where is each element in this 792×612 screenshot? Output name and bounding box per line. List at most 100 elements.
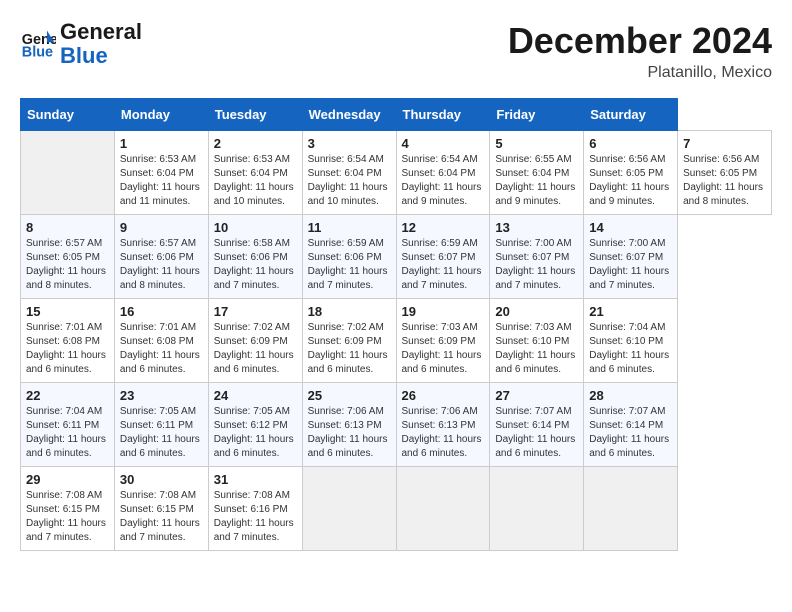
calendar-cell (302, 467, 396, 551)
header-cell-thursday: Thursday (396, 99, 490, 131)
calendar-cell: 13 Sunrise: 7:00 AMSunset: 6:07 PMDayligh… (490, 215, 584, 299)
calendar-cell: 5 Sunrise: 6:55 AMSunset: 6:04 PMDaylight… (490, 131, 584, 215)
calendar-cell: 4Sunrise: 6:54 AMSunset: 6:04 PMDaylight… (396, 131, 490, 215)
day-info: Sunrise: 6:53 AMSunset: 6:04 PMDaylight:… (214, 153, 297, 209)
day-info: Sunrise: 7:00 AMSunset: 6:07 PMDaylight:… (589, 237, 672, 293)
day-info: Sunrise: 7:05 AMSunset: 6:12 PMDaylight:… (214, 405, 297, 461)
day-number: 29 (26, 472, 109, 487)
day-number: 12 (402, 220, 485, 235)
calendar-week-3: 15 Sunrise: 7:01 AMSunset: 6:08 PMDayligh… (21, 299, 772, 383)
calendar-cell: 8Sunrise: 6:57 AMSunset: 6:05 PMDaylight… (21, 215, 115, 299)
day-number: 31 (214, 472, 297, 487)
calendar-cell: 3 Sunrise: 6:54 AMSunset: 6:04 PMDaylight… (302, 131, 396, 215)
day-info: Sunrise: 7:03 AMSunset: 6:10 PMDaylight:… (495, 321, 578, 377)
calendar-cell: 28 Sunrise: 7:07 AMSunset: 6:14 PMDayligh… (584, 383, 678, 467)
calendar-cell: 6Sunrise: 6:56 AMSunset: 6:05 PMDaylight… (584, 131, 678, 215)
calendar-cell: 11Sunrise: 6:59 AMSunset: 6:06 PMDayligh… (302, 215, 396, 299)
day-number: 23 (120, 388, 203, 403)
day-number: 16 (120, 304, 203, 319)
day-info: Sunrise: 6:55 AMSunset: 6:04 PMDaylight:… (495, 153, 578, 209)
day-number: 15 (26, 304, 109, 319)
calendar-cell: 16 Sunrise: 7:01 AMSunset: 6:08 PMDayligh… (114, 299, 208, 383)
calendar-cell: 12Sunrise: 6:59 AMSunset: 6:07 PMDayligh… (396, 215, 490, 299)
day-number: 19 (402, 304, 485, 319)
day-number: 1 (120, 136, 203, 151)
calendar-cell (396, 467, 490, 551)
day-info: Sunrise: 6:54 AMSunset: 6:04 PMDaylight:… (402, 153, 485, 209)
day-info: Sunrise: 6:53 AMSunset: 6:04 PMDaylight:… (120, 153, 203, 209)
day-info: Sunrise: 6:54 AMSunset: 6:04 PMDaylight:… (308, 153, 391, 209)
calendar-week-1: 1 Sunrise: 6:53 AMSunset: 6:04 PMDaylight… (21, 131, 772, 215)
calendar-cell: 17 Sunrise: 7:02 AMSunset: 6:09 PMDayligh… (208, 299, 302, 383)
day-number: 7 (683, 136, 766, 151)
day-number: 13 (495, 220, 578, 235)
day-info: Sunrise: 7:02 AMSunset: 6:09 PMDaylight:… (214, 321, 297, 377)
day-info: Sunrise: 7:04 AMSunset: 6:10 PMDaylight:… (589, 321, 672, 377)
calendar-body: 1 Sunrise: 6:53 AMSunset: 6:04 PMDaylight… (21, 131, 772, 551)
calendar-week-2: 8Sunrise: 6:57 AMSunset: 6:05 PMDaylight… (21, 215, 772, 299)
day-number: 2 (214, 136, 297, 151)
day-info: Sunrise: 7:03 AMSunset: 6:09 PMDaylight:… (402, 321, 485, 377)
day-number: 26 (402, 388, 485, 403)
day-info: Sunrise: 6:58 AMSunset: 6:06 PMDaylight:… (214, 237, 297, 293)
day-info: Sunrise: 7:02 AMSunset: 6:09 PMDaylight:… (308, 321, 391, 377)
calendar-cell: 31 Sunrise: 7:08 AMSunset: 6:16 PMDayligh… (208, 467, 302, 551)
logo-icon: General Blue (20, 26, 56, 62)
calendar-week-4: 22Sunrise: 7:04 AMSunset: 6:11 PMDayligh… (21, 383, 772, 467)
calendar-cell: 25Sunrise: 7:06 AMSunset: 6:13 PMDayligh… (302, 383, 396, 467)
calendar-cell: 10 Sunrise: 6:58 AMSunset: 6:06 PMDayligh… (208, 215, 302, 299)
calendar-cell: 24 Sunrise: 7:05 AMSunset: 6:12 PMDayligh… (208, 383, 302, 467)
day-info: Sunrise: 7:07 AMSunset: 6:14 PMDaylight:… (589, 405, 672, 461)
day-number: 6 (589, 136, 672, 151)
calendar-cell: 15 Sunrise: 7:01 AMSunset: 6:08 PMDayligh… (21, 299, 115, 383)
day-number: 10 (214, 220, 297, 235)
day-number: 17 (214, 304, 297, 319)
day-info: Sunrise: 7:00 AMSunset: 6:07 PMDaylight:… (495, 237, 578, 293)
day-number: 3 (308, 136, 391, 151)
day-info: Sunrise: 7:01 AMSunset: 6:08 PMDaylight:… (120, 321, 203, 377)
day-info: Sunrise: 7:08 AMSunset: 6:16 PMDaylight:… (214, 489, 297, 545)
day-number: 5 (495, 136, 578, 151)
day-number: 14 (589, 220, 672, 235)
day-info: Sunrise: 7:08 AMSunset: 6:15 PMDaylight:… (26, 489, 109, 545)
header-cell-saturday: Saturday (584, 99, 678, 131)
day-number: 24 (214, 388, 297, 403)
header-cell-sunday: Sunday (21, 99, 115, 131)
day-number: 25 (308, 388, 391, 403)
day-info: Sunrise: 7:06 AMSunset: 6:13 PMDaylight:… (402, 405, 485, 461)
calendar-cell: 26 Sunrise: 7:06 AMSunset: 6:13 PMDayligh… (396, 383, 490, 467)
day-info: Sunrise: 7:07 AMSunset: 6:14 PMDaylight:… (495, 405, 578, 461)
day-number: 11 (308, 220, 391, 235)
calendar-cell (490, 467, 584, 551)
day-info: Sunrise: 6:57 AMSunset: 6:05 PMDaylight:… (26, 237, 109, 293)
calendar-cell: 2 Sunrise: 6:53 AMSunset: 6:04 PMDaylight… (208, 131, 302, 215)
calendar-cell: 22Sunrise: 7:04 AMSunset: 6:11 PMDayligh… (21, 383, 115, 467)
day-info: Sunrise: 7:05 AMSunset: 6:11 PMDaylight:… (120, 405, 203, 461)
calendar-cell: 30Sunrise: 7:08 AMSunset: 6:15 PMDayligh… (114, 467, 208, 551)
calendar-cell (21, 131, 115, 215)
day-number: 18 (308, 304, 391, 319)
calendar-table: SundayMondayTuesdayWednesdayThursdayFrid… (20, 98, 772, 551)
day-number: 28 (589, 388, 672, 403)
calendar-cell: 9Sunrise: 6:57 AMSunset: 6:06 PMDaylight… (114, 215, 208, 299)
day-info: Sunrise: 7:04 AMSunset: 6:11 PMDaylight:… (26, 405, 109, 461)
logo: General Blue General Blue (20, 20, 142, 68)
calendar-cell: 1 Sunrise: 6:53 AMSunset: 6:04 PMDaylight… (114, 131, 208, 215)
calendar-cell: 18 Sunrise: 7:02 AMSunset: 6:09 PMDayligh… (302, 299, 396, 383)
calendar-cell: 20 Sunrise: 7:03 AMSunset: 6:10 PMDayligh… (490, 299, 584, 383)
calendar-cell: 7Sunrise: 6:56 AMSunset: 6:05 PMDaylight… (678, 131, 772, 215)
calendar-cell: 21 Sunrise: 7:04 AMSunset: 6:10 PMDayligh… (584, 299, 678, 383)
calendar-cell: 29 Sunrise: 7:08 AMSunset: 6:15 PMDayligh… (21, 467, 115, 551)
calendar-header-row: SundayMondayTuesdayWednesdayThursdayFrid… (21, 99, 772, 131)
day-number: 20 (495, 304, 578, 319)
calendar-cell: 19 Sunrise: 7:03 AMSunset: 6:09 PMDayligh… (396, 299, 490, 383)
day-number: 27 (495, 388, 578, 403)
header-cell-tuesday: Tuesday (208, 99, 302, 131)
header-cell-wednesday: Wednesday (302, 99, 396, 131)
svg-text:Blue: Blue (22, 45, 53, 61)
location-title: Platanillo, Mexico (508, 64, 772, 82)
day-info: Sunrise: 7:01 AMSunset: 6:08 PMDaylight:… (26, 321, 109, 377)
day-number: 21 (589, 304, 672, 319)
header-cell-monday: Monday (114, 99, 208, 131)
title-area: December 2024 Platanillo, Mexico (508, 20, 772, 82)
